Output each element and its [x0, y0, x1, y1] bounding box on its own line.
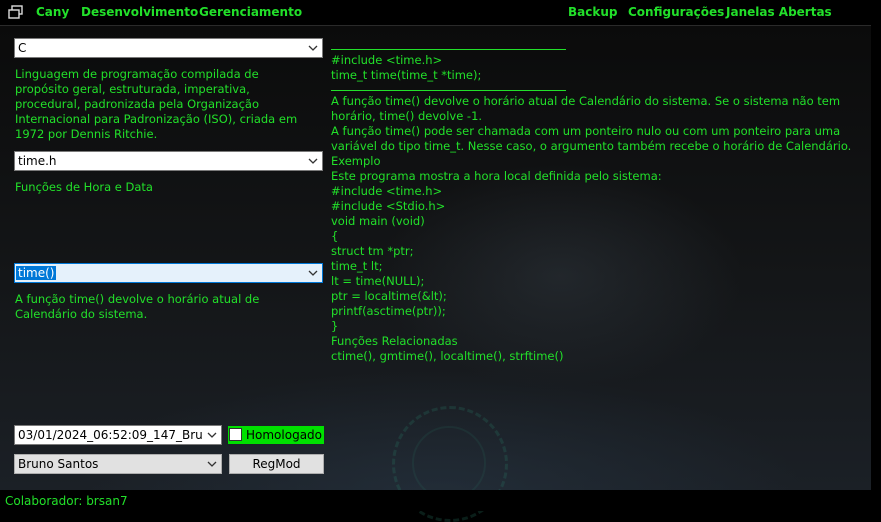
code-line: time_t time(time_t *time);	[331, 68, 482, 82]
record-select[interactable]: 03/01/2024_06:52:09_147_Bruno_Sa	[14, 425, 222, 445]
function-select[interactable]: time()	[14, 263, 323, 283]
divider	[331, 90, 566, 91]
doc-line: struct tm *ptr;	[331, 244, 414, 258]
restore-window-icon[interactable]	[8, 5, 24, 19]
library-description: Funções de Hora e Data	[15, 180, 153, 194]
user-select-value: Bruno Santos	[18, 457, 99, 471]
doc-line: ctime(), gmtime(), localtime(), strftime…	[331, 349, 564, 363]
function-description: A função time() devolve o horário atual …	[15, 292, 260, 321]
chevron-down-icon	[308, 45, 318, 51]
doc-line: Este programa mostra a hora local defini…	[331, 169, 662, 183]
doc-line: Exemplo	[331, 154, 381, 168]
menu-backup[interactable]: Backup	[568, 5, 617, 19]
chevron-down-icon	[308, 158, 318, 164]
doc-line: Funções Relacionadas	[331, 334, 458, 348]
homologado-checkbox[interactable]: Homologado	[228, 426, 324, 444]
doc-line: void main (void)	[331, 214, 425, 228]
language-select[interactable]: C	[14, 38, 323, 58]
checkbox-box[interactable]	[229, 428, 242, 441]
chevron-down-icon	[207, 432, 217, 438]
doc-line: A função time() devolve o horário atual …	[331, 94, 841, 123]
chevron-down-icon	[308, 270, 318, 276]
menu-desenvolvimento[interactable]: Desenvolvimento	[81, 5, 198, 19]
code-line: #include <time.h>	[331, 53, 443, 67]
status-bar: Colaborador: brsan7	[0, 490, 881, 511]
regmod-button[interactable]: RegMod	[229, 454, 324, 474]
background-inner-ring-decoration	[412, 426, 486, 500]
documentation-panel: #include <time.h> time_t time(time_t *ti…	[331, 48, 871, 364]
doc-line: printf(asctime(ptr));	[331, 304, 446, 318]
library-select-value: time.h	[18, 154, 57, 168]
doc-line: ptr = localtime(&lt);	[331, 289, 447, 303]
menu-janelas-abertas[interactable]: Janelas Abertas	[726, 5, 832, 19]
chevron-down-icon	[207, 461, 217, 467]
divider	[331, 49, 566, 50]
language-select-value: C	[18, 41, 27, 55]
doc-line: lt = time(NULL);	[331, 274, 425, 288]
doc-line: A função time() pode ser chamada com um …	[331, 124, 852, 153]
doc-line: {	[331, 229, 339, 243]
doc-line: #include <Stdio.h>	[331, 199, 446, 213]
user-select[interactable]: Bruno Santos	[14, 454, 222, 474]
record-select-value: 03/01/2024_06:52:09_147_Bruno_Sa	[18, 428, 203, 442]
collaborator-status: Colaborador: brsan7	[5, 494, 128, 508]
doc-line: time_t lt;	[331, 259, 383, 273]
doc-line: }	[331, 319, 339, 333]
menu-cany[interactable]: Cany	[36, 5, 69, 19]
library-select[interactable]: time.h	[14, 151, 323, 171]
right-edge-strip	[871, 25, 881, 490]
language-description: Linguagem de programação compilada de pr…	[15, 67, 298, 141]
homologado-label: Homologado	[246, 428, 323, 442]
menu-bar: Cany Desenvolvimento Gerenciamento Backu…	[0, 0, 881, 24]
menu-configuracoes[interactable]: Configurações	[628, 5, 724, 19]
doc-line: #include <time.h>	[331, 184, 443, 198]
function-select-value: time()	[16, 266, 57, 280]
menu-gerenciamento[interactable]: Gerenciamento	[199, 5, 302, 19]
